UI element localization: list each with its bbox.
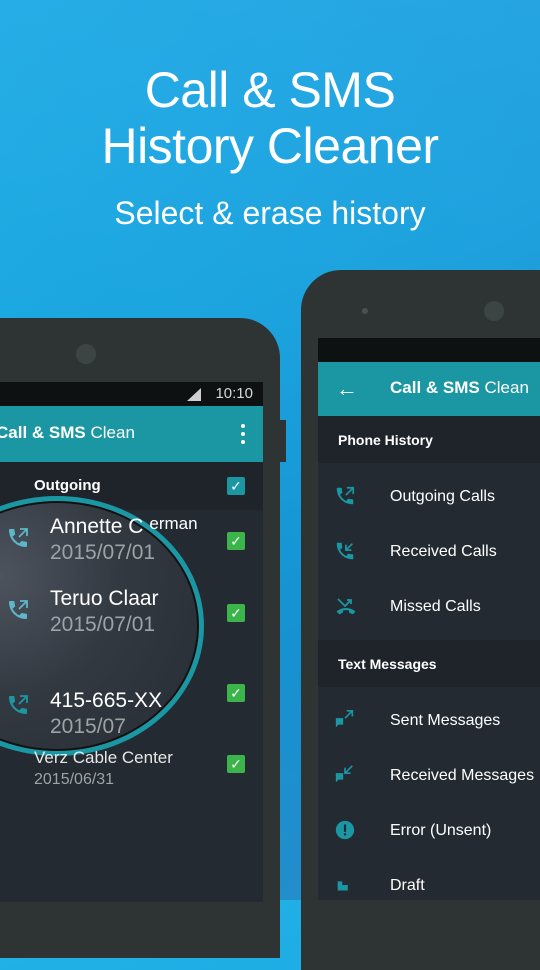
menu-item-label: Received Messages [390, 767, 535, 784]
menu-item-sent-messages[interactable]: Sent Messages [318, 693, 540, 748]
hero-title-line1: Call & SMS [144, 62, 396, 118]
menu-item-label: Error (Unsent) [390, 822, 492, 839]
menu-item-received-messages[interactable]: Received Messages [318, 748, 540, 803]
outgoing-call-icon [6, 693, 30, 717]
menu-item-outgoing-calls[interactable]: Outgoing Calls [318, 469, 540, 524]
select-all-checkbox[interactable]: ✓ [227, 477, 245, 495]
app-title-bold: Call & SMS [0, 423, 86, 442]
outgoing-call-icon [334, 485, 356, 507]
app-title: Call & SMS Clean [0, 423, 135, 443]
app-title-light: Clean [90, 423, 135, 442]
outgoing-call-icon [6, 598, 30, 622]
section-label: Phone History [338, 432, 433, 448]
section-header-outgoing: Outgoing ✓ [0, 462, 263, 510]
speaker-icon [76, 344, 96, 364]
entry-checkbox[interactable]: ✓ [227, 755, 245, 773]
call-date: 2015/07/01 [50, 613, 156, 636]
error-icon [334, 819, 356, 841]
call-date: 2015/07 [50, 715, 126, 738]
contact-name: Teruo Claar [50, 587, 159, 610]
contact-name: Annette Cerman [50, 514, 198, 538]
hero-title-line2: History Cleaner [101, 118, 439, 174]
received-message-icon [334, 764, 356, 786]
section-header-phone-history: Phone History [318, 416, 540, 463]
call-list-item[interactable]: Verz Cable Center 2015/06/31 ✓ [0, 742, 263, 812]
call-list-item[interactable]: 415-665-XX 2015/07 ✓ [0, 671, 263, 741]
sent-message-icon [334, 709, 356, 731]
contact-name: Verz Cable Center [34, 748, 173, 767]
status-time: 10:10 [215, 385, 253, 402]
signal-icon [187, 388, 201, 401]
contact-name: 415-665-XX [50, 689, 163, 712]
app-bar: Call & SMS Clean [0, 406, 263, 462]
menu-item-missed-calls[interactable]: Missed Calls [318, 579, 540, 634]
menu-item-error-unsent[interactable]: Error (Unsent) [318, 803, 540, 858]
more-vert-icon[interactable] [241, 424, 245, 444]
entry-checkbox[interactable]: ✓ [227, 532, 245, 550]
section-header-text-messages: Text Messages [318, 640, 540, 687]
menu-item-label: Missed Calls [390, 598, 481, 615]
app-title-light: Clean [484, 378, 529, 397]
call-date: 2015/07/01 [50, 541, 156, 564]
phone-side-button [280, 420, 286, 462]
call-date: 2015/06/31 [34, 771, 115, 788]
status-bar: 10:10 [0, 382, 263, 406]
missed-call-icon [334, 595, 358, 617]
section-label: Outgoing [34, 477, 101, 494]
menu-item-label: Received Calls [390, 543, 497, 560]
right-phone-screen: ← Call & SMS Clean Phone History Outgoin… [318, 338, 540, 900]
entry-checkbox[interactable]: ✓ [227, 684, 245, 702]
menu-item-label: Sent Messages [390, 712, 501, 729]
camera-icon [362, 308, 368, 314]
menu-item-label: Draft [390, 877, 425, 894]
outgoing-call-icon [6, 526, 30, 550]
hero-subtitle: Select & erase history [114, 195, 426, 231]
incoming-call-icon [334, 540, 356, 562]
app-bar: ← Call & SMS Clean [318, 362, 540, 416]
arrow-back-icon[interactable]: ← [336, 376, 358, 402]
app-title-bold: Call & SMS [390, 378, 480, 397]
status-bar [318, 338, 540, 362]
menu-item-received-calls[interactable]: Received Calls [318, 524, 540, 579]
app-title: Call & SMS Clean [390, 378, 529, 398]
call-list-item[interactable]: Teruo Claar 2015/07/01 ✓ [0, 582, 263, 652]
call-list-item[interactable]: Annette Cerman 2015/07/01 ✓ [0, 510, 263, 580]
menu-item-draft[interactable]: Draft [318, 858, 540, 900]
draft-icon [334, 874, 356, 896]
menu-item-label: Outgoing Calls [390, 488, 495, 505]
section-label: Text Messages [338, 656, 437, 672]
entry-checkbox[interactable]: ✓ [227, 604, 245, 622]
speaker-icon [484, 301, 504, 321]
